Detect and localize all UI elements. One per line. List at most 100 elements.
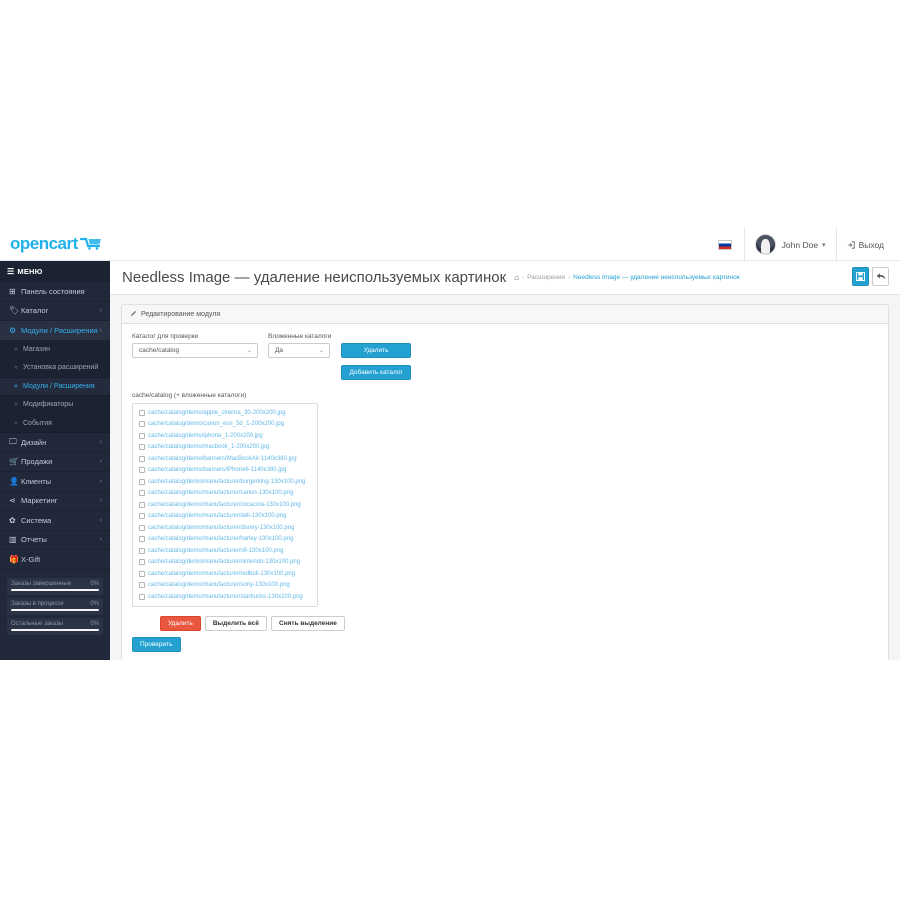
- file-path-link[interactable]: cache/catalog/demo/banners/iPhone6-1140x…: [148, 467, 286, 473]
- file-list: cache/catalog/demo/apple_cinema_30-200x2…: [132, 403, 318, 607]
- list-item[interactable]: cache/catalog/demo/macbook_1-200x200.jpg: [133, 442, 317, 454]
- list-item[interactable]: cache/catalog/demo/manufacturer/canon-13…: [133, 488, 317, 500]
- file-checkbox[interactable]: [139, 559, 145, 565]
- sidebar-item-customers[interactable]: 👤 Клиенты ›: [0, 472, 110, 492]
- file-checkbox[interactable]: [139, 536, 145, 542]
- list-item[interactable]: cache/catalog/demo/manufacturer/sony-130…: [133, 580, 317, 592]
- file-path-link[interactable]: cache/catalog/demo/apple_cinema_30-200x2…: [148, 410, 285, 416]
- file-path-link[interactable]: cache/catalog/demo/canon_eos_5d_1-200x20…: [148, 421, 284, 427]
- delete-directory-button[interactable]: Удалить: [341, 343, 410, 358]
- sidebar-subitem-label: Магазин: [23, 346, 50, 353]
- sidebar-item-reports[interactable]: ▥ Отчеты ›: [0, 531, 110, 551]
- cart-logo-icon: [80, 235, 102, 255]
- list-item[interactable]: cache/catalog/demo/manufacturer/burgerki…: [133, 476, 317, 488]
- file-checkbox[interactable]: [139, 467, 145, 473]
- back-button[interactable]: [872, 267, 889, 286]
- file-checkbox[interactable]: [139, 433, 145, 439]
- opencart-logo[interactable]: opencart: [10, 234, 102, 254]
- sidebar-item-catalog[interactable]: 🏷 Каталог ›: [0, 302, 110, 322]
- file-path-link[interactable]: cache/catalog/demo/manufacturer/cocacola…: [148, 502, 301, 508]
- main-content: Needless Image — удаление неиспользуемых…: [110, 261, 900, 660]
- file-checkbox[interactable]: [139, 410, 145, 416]
- select-all-button[interactable]: Выделить всё: [205, 616, 267, 631]
- stat-processing-orders: Заказы в процессе 0%: [7, 598, 103, 615]
- list-item[interactable]: cache/catalog/demo/manufacturer/nfl-130x…: [133, 545, 317, 557]
- file-checkbox[interactable]: [139, 490, 145, 496]
- file-checkbox[interactable]: [139, 421, 145, 427]
- file-path-link[interactable]: cache/catalog/demo/manufacturer/sony-130…: [148, 582, 290, 588]
- file-checkbox[interactable]: [139, 479, 145, 485]
- sidebar-item-xgift[interactable]: 🎁 X-Gift: [0, 550, 110, 570]
- list-item[interactable]: cache/catalog/demo/manufacturer/redbull-…: [133, 568, 317, 580]
- delete-files-button[interactable]: Удалить: [160, 616, 201, 631]
- list-item[interactable]: cache/catalog/demo/manufacturer/starbuck…: [133, 591, 317, 603]
- sidebar-item-label: Каталог: [21, 306, 48, 315]
- breadcrumb-parent-link[interactable]: Расширения: [527, 274, 565, 281]
- file-checkbox[interactable]: [139, 456, 145, 462]
- file-path-link[interactable]: cache/catalog/demo/iphone_1-200x200.jpg: [148, 433, 263, 439]
- sidebar-subitem-extensions[interactable]: » Модули / Расширения: [0, 378, 110, 397]
- check-button[interactable]: Проверить: [132, 637, 181, 652]
- user-menu[interactable]: John Doe ▾: [745, 228, 836, 261]
- sidebar-subitem-modifications[interactable]: » Модификаторы: [0, 396, 110, 415]
- file-path-link[interactable]: cache/catalog/demo/manufacturer/starbuck…: [148, 594, 303, 600]
- file-path-link[interactable]: cache/catalog/demo/manufacturer/nintendo…: [148, 559, 300, 565]
- sidebar-order-stats: Заказы завершенные 0% Заказы в процессе …: [0, 570, 110, 635]
- list-item[interactable]: cache/catalog/demo/manufacturer/disney-1…: [133, 522, 317, 534]
- file-checkbox[interactable]: [139, 594, 145, 600]
- file-checkbox[interactable]: [139, 582, 145, 588]
- sidebar-subitem-events[interactable]: » События: [0, 415, 110, 434]
- file-checkbox[interactable]: [139, 502, 145, 508]
- stat-value: 0%: [90, 621, 99, 627]
- file-path-link[interactable]: cache/catalog/demo/manufacturer/nfl-130x…: [148, 548, 283, 554]
- file-path-link[interactable]: cache/catalog/demo/manufacturer/dell-130…: [148, 513, 286, 519]
- file-path-link[interactable]: cache/catalog/demo/manufacturer/disney-1…: [148, 525, 294, 531]
- file-checkbox[interactable]: [139, 525, 145, 531]
- share-icon: ⋖: [9, 496, 21, 505]
- sidebar-item-system[interactable]: ✿ Система ›: [0, 511, 110, 531]
- list-item[interactable]: cache/catalog/demo/manufacturer/harley-1…: [133, 534, 317, 546]
- sidebar-subitem-label: Модификаторы: [23, 401, 73, 408]
- deselect-all-button[interactable]: Снять выделение: [271, 616, 345, 631]
- file-checkbox[interactable]: [139, 444, 145, 450]
- sidebar-subitem-installer[interactable]: » Установка расширений: [0, 359, 110, 378]
- avatar: [755, 234, 776, 255]
- file-path-link[interactable]: cache/catalog/demo/macbook_1-200x200.jpg: [148, 444, 269, 450]
- sidebar-subitem-label: Модули / Расширения: [23, 383, 95, 390]
- sidebar: ☰ МЕНЮ ⊞ Панель состояния 🏷 Каталог › ⚙ …: [0, 261, 110, 660]
- sidebar-item-design[interactable]: 🖵 Дизайн ›: [0, 433, 110, 453]
- list-item[interactable]: cache/catalog/demo/apple_cinema_30-200x2…: [133, 407, 317, 419]
- file-path-link[interactable]: cache/catalog/demo/banners/MacBookAir-11…: [148, 456, 297, 462]
- list-item[interactable]: cache/catalog/demo/manufacturer/dell-130…: [133, 511, 317, 523]
- sidebar-item-marketing[interactable]: ⋖ Маркетинг ›: [0, 492, 110, 512]
- file-path-link[interactable]: cache/catalog/demo/manufacturer/harley-1…: [148, 536, 293, 542]
- chevron-down-icon: ⌄: [247, 347, 252, 354]
- sidebar-item-extensions[interactable]: ⚙ Модули / Расширения ›: [0, 321, 110, 341]
- file-path-link[interactable]: cache/catalog/demo/manufacturer/burgerki…: [148, 479, 305, 485]
- sidebar-item-sales[interactable]: 🛒 Продажи ›: [0, 453, 110, 473]
- file-checkbox[interactable]: [139, 548, 145, 554]
- save-button[interactable]: [852, 267, 869, 286]
- add-directory-button[interactable]: Добавить каталог: [341, 365, 410, 380]
- file-path-link[interactable]: cache/catalog/demo/manufacturer/canon-13…: [148, 490, 293, 496]
- list-item[interactable]: cache/catalog/demo/iphone_1-200x200.jpg: [133, 430, 317, 442]
- file-checkbox[interactable]: [139, 513, 145, 519]
- list-item[interactable]: cache/catalog/demo/manufacturer/nintendo…: [133, 557, 317, 569]
- list-item[interactable]: cache/catalog/demo/canon_eos_5d_1-200x20…: [133, 419, 317, 431]
- double-chevron-icon: »: [14, 420, 23, 427]
- logout-button[interactable]: Выход: [837, 228, 894, 261]
- list-item[interactable]: cache/catalog/demo/manufacturer/cocacola…: [133, 499, 317, 511]
- list-item[interactable]: cache/catalog/demo/banners/iPhone6-1140x…: [133, 465, 317, 477]
- ru-flag-icon[interactable]: [718, 240, 732, 250]
- sidebar-subitem-marketplace[interactable]: » Магазин: [0, 341, 110, 360]
- breadcrumb-current-link[interactable]: Needless Image — удаление неиспользуемых…: [573, 274, 739, 281]
- file-path-link[interactable]: cache/catalog/demo/manufacturer/redbull-…: [148, 571, 295, 577]
- sidebar-menu-header[interactable]: ☰ МЕНЮ: [0, 261, 110, 282]
- sidebar-item-dashboard[interactable]: ⊞ Панель состояния: [0, 282, 110, 302]
- subdirs-select[interactable]: Да ⌄: [268, 343, 330, 358]
- double-chevron-icon: »: [14, 383, 23, 390]
- list-item[interactable]: cache/catalog/demo/banners/MacBookAir-11…: [133, 453, 317, 465]
- file-checkbox[interactable]: [139, 571, 145, 577]
- directory-select[interactable]: cache/catalog ⌄: [132, 343, 258, 358]
- home-icon[interactable]: ⌂: [514, 273, 519, 282]
